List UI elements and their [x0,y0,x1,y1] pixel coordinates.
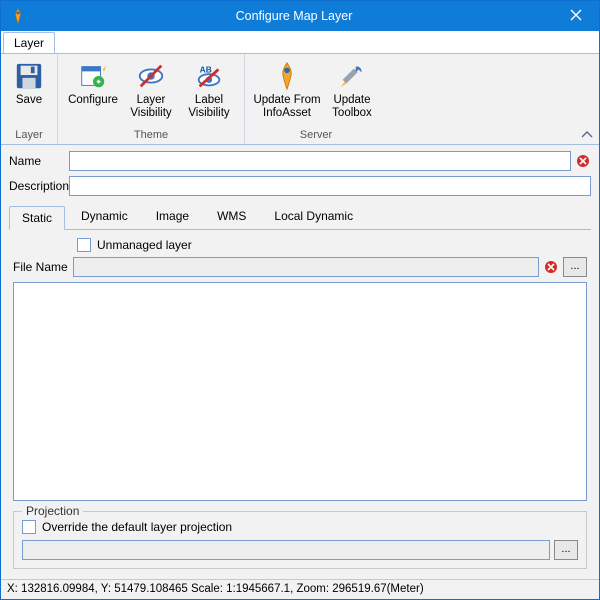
save-icon [13,60,45,92]
tab-image[interactable]: Image [144,205,201,229]
unmanaged-layer-checkbox[interactable] [77,238,91,252]
window-title: Configure Map Layer [27,9,561,23]
layer-type-tabs: Static Dynamic Image WMS Local Dynamic [9,205,591,230]
tab-local-dynamic[interactable]: Local Dynamic [262,205,365,229]
tab-wms[interactable]: WMS [205,205,258,229]
configure-button[interactable]: Configure [64,56,122,128]
ribbon-tab-layer[interactable]: Layer [3,32,55,53]
content-area: Name Description Static Dynamic Image WM… [1,145,599,579]
close-button[interactable] [561,8,591,25]
label-visibility-button[interactable]: AB Label Visibility [180,56,238,128]
projection-input [22,540,550,560]
ribbon-collapse-button[interactable] [579,128,595,142]
name-input[interactable] [69,151,571,171]
tab-body-static: Unmanaged layer File Name ... Projection… [9,230,591,575]
description-input[interactable] [69,176,591,196]
ribbon-group-label: Layer [1,128,57,144]
update-from-infoasset-button[interactable]: Update From InfoAsset [251,56,323,128]
update-toolbox-button[interactable]: Update Toolbox [323,56,381,128]
browse-file-button[interactable]: ... [563,257,587,277]
clear-name-icon[interactable] [575,153,591,169]
name-label: Name [9,154,69,168]
svg-text:AB: AB [200,64,212,74]
projection-section: Projection Override the default layer pr… [13,511,587,569]
override-projection-label: Override the default layer projection [42,520,232,534]
ribbon-group-theme: Configure Layer Visibility AB Label Visi… [58,54,245,144]
app-icon [9,7,27,25]
file-name-label: File Name [13,260,73,274]
ribbon-tabstrip: Layer [1,31,599,53]
browse-projection-button[interactable]: ... [554,540,578,560]
override-projection-checkbox[interactable] [22,520,36,534]
layer-visibility-button[interactable]: Layer Visibility [122,56,180,128]
label-visibility-icon: AB [193,60,225,92]
save-button[interactable]: Save [7,56,51,128]
toolbox-icon [336,60,368,92]
ribbon: Save Layer Configure Layer Visibility AB [1,53,599,145]
ribbon-group-layer: Save Layer [1,54,58,144]
layer-visibility-icon [135,60,167,92]
ribbon-group-label: Server [245,128,387,144]
file-name-input[interactable] [73,257,539,277]
infoasset-icon [271,60,303,92]
configure-icon [77,60,109,92]
projection-title: Projection [22,504,83,518]
layers-listbox[interactable] [13,282,587,501]
description-label: Description [9,179,69,193]
ribbon-group-server: Update From InfoAsset Update Toolbox Ser… [245,54,387,144]
status-bar: X: 132816.09984, Y: 51479.108465 Scale: … [1,579,599,599]
unmanaged-layer-label: Unmanaged layer [97,238,192,252]
tab-dynamic[interactable]: Dynamic [69,205,140,229]
clear-file-icon[interactable] [543,259,559,275]
tab-static[interactable]: Static [9,206,65,230]
titlebar: Configure Map Layer [1,1,599,31]
ribbon-group-label: Theme [58,128,244,144]
